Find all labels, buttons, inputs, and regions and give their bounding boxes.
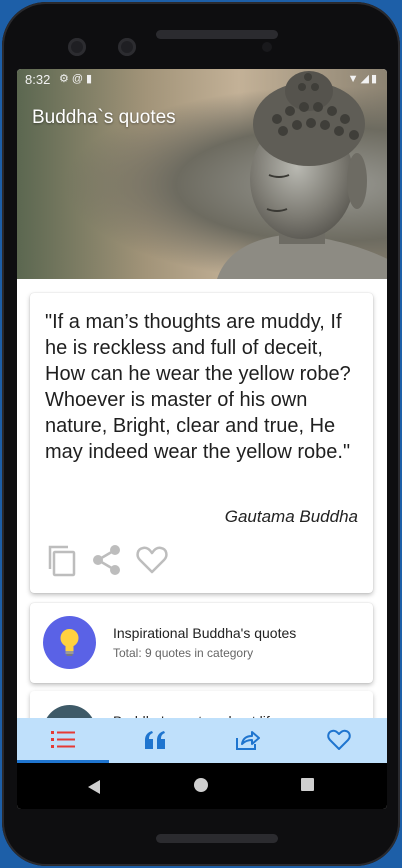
- nav-tab-quotes[interactable]: [109, 718, 201, 763]
- front-camera-secondary: [118, 38, 136, 56]
- copy-icon: [48, 545, 76, 577]
- wifi-icon: ▼: [347, 73, 361, 85]
- nav-tab-categories[interactable]: [17, 718, 109, 763]
- status-time: 8:32: [25, 72, 51, 87]
- recents-icon[interactable]: [301, 778, 314, 791]
- app-screen: 8:32 ⚙@▮ ▼◢▮ Buddha`s quotes "If a man’s…: [17, 69, 387, 809]
- home-icon[interactable]: [194, 778, 208, 792]
- status-left-icons: ⚙@▮: [59, 72, 95, 85]
- share-icon: [93, 545, 120, 575]
- nav-tab-share[interactable]: [201, 718, 293, 763]
- back-icon[interactable]: [87, 779, 101, 795]
- favorite-quote-button[interactable]: [135, 543, 169, 577]
- category-title: Inspirational Buddha's quotes: [113, 625, 297, 641]
- share-quote-button[interactable]: [90, 543, 124, 577]
- header-image: 8:32 ⚙@▮ ▼◢▮ Buddha`s quotes: [17, 69, 387, 279]
- quote-card: "If a man’s thoughts are muddy, If he is…: [30, 293, 373, 593]
- bottom-speaker-grill: [156, 834, 278, 843]
- heart-icon: [327, 729, 351, 750]
- speaker-grill: [156, 30, 278, 39]
- status-right-icons: ▼◢▮: [348, 72, 379, 85]
- buddha-statue-image: [217, 71, 387, 279]
- category-card[interactable]: Inspirational Buddha's quotes Total: 9 q…: [30, 603, 373, 683]
- nav-tab-favorites[interactable]: [293, 718, 385, 763]
- lightbulb-icon: [60, 629, 79, 656]
- sd-card-icon: ▮: [86, 73, 96, 85]
- battery-icon: ▮: [370, 73, 379, 85]
- front-camera: [68, 38, 86, 56]
- signal-icon: ◢: [360, 73, 371, 85]
- quote-author: Gautama Buddha: [224, 507, 358, 526]
- gear-icon: ⚙: [59, 73, 72, 85]
- category-avatar: [43, 616, 96, 669]
- quote-icon: [145, 731, 165, 749]
- system-navigation-bar: [17, 763, 387, 809]
- proximity-sensor: [262, 42, 272, 52]
- list-icon: [51, 731, 75, 748]
- share-icon: [236, 731, 260, 750]
- bottom-navigation: [17, 718, 387, 763]
- status-bar: 8:32 ⚙@▮ ▼◢▮: [17, 69, 387, 91]
- at-icon: @: [71, 73, 87, 85]
- quote-text: "If a man’s thoughts are muddy, If he is…: [45, 311, 351, 463]
- copy-button[interactable]: [45, 543, 79, 577]
- app-title: Buddha`s quotes: [32, 107, 176, 128]
- category-count: Total: 9 quotes in category: [113, 646, 254, 660]
- heart-icon: [136, 546, 168, 574]
